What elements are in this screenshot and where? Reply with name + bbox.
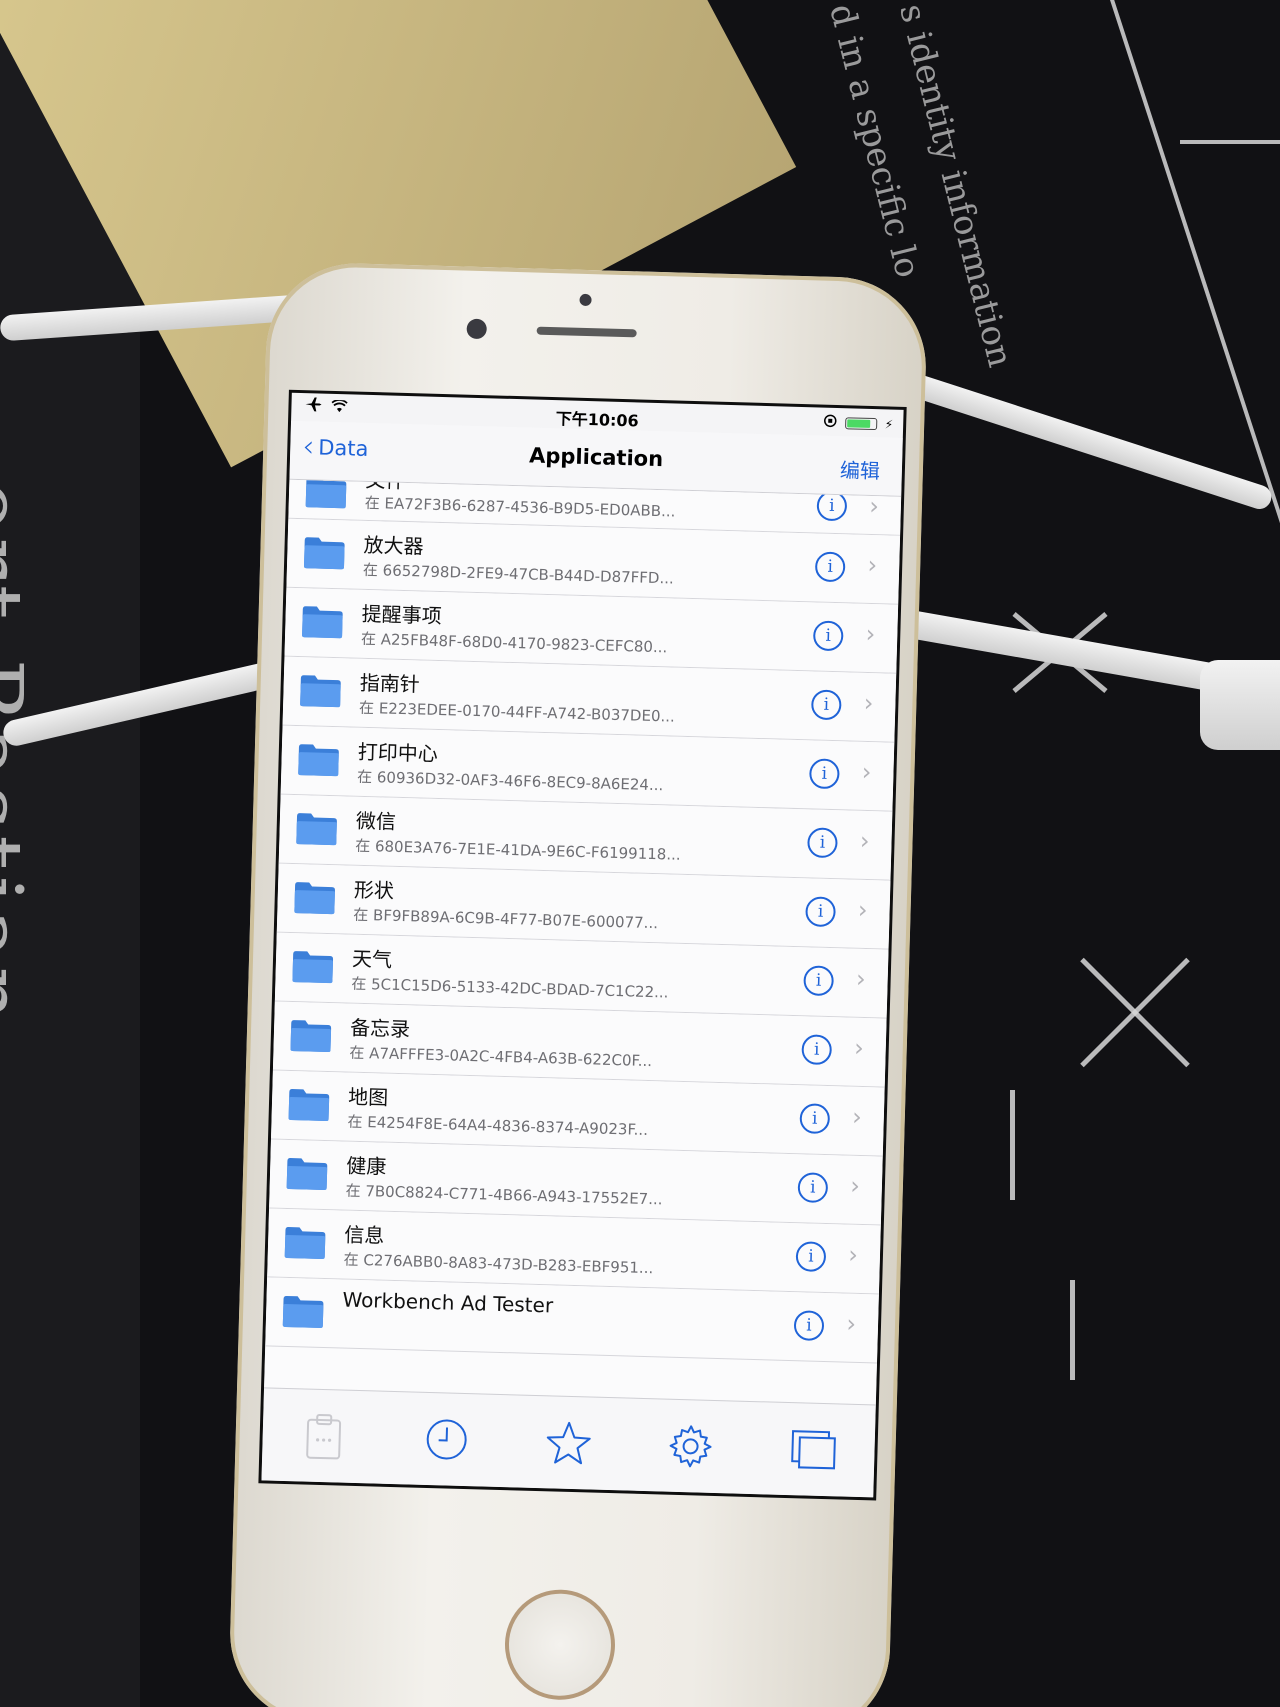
folder-icon	[300, 675, 341, 708]
list-item-title: 指南针	[359, 670, 421, 697]
list-item-title: 形状	[353, 877, 395, 903]
info-icon[interactable]: i	[807, 827, 838, 859]
folder-icon	[286, 1158, 328, 1190]
mat-decoration	[1070, 1280, 1075, 1380]
list-item-subtitle: 在 BF9FB89A-6C9B-4F77-B07E-600077...	[353, 905, 659, 933]
chevron-right-icon: ›	[863, 688, 874, 718]
list-item-title: 信息	[344, 1222, 385, 1248]
battery-icon	[844, 417, 877, 431]
list-item-title: 天气	[351, 946, 393, 972]
info-icon[interactable]: i	[816, 490, 848, 522]
windows-icon	[790, 1430, 836, 1470]
info-icon[interactable]: i	[793, 1310, 825, 1341]
phone-screen: 下午10:06 ⚡ ‹ Data Application 编辑 文件 在 EA7…	[258, 389, 907, 1501]
chevron-right-icon: ›	[846, 1309, 857, 1338]
favorites-tab[interactable]	[538, 1412, 600, 1474]
info-icon[interactable]: i	[810, 689, 842, 721]
info-icon[interactable]: i	[814, 551, 846, 583]
list-item-subtitle: 在 60936D32-0AF3-46F6-8EC9-8A6E24...	[356, 767, 664, 795]
bottom-toolbar	[261, 1387, 876, 1498]
clock-icon	[426, 1419, 467, 1460]
earpiece-speaker	[536, 326, 637, 338]
clipboard-icon	[306, 1413, 342, 1460]
chevron-right-icon: ›	[867, 550, 878, 580]
chevron-right-icon: ›	[849, 1171, 861, 1200]
chevron-right-icon: ›	[859, 826, 870, 856]
list-item-subtitle: 在 A7AFFFE3-0A2C-4FB4-A63B-622C0F...	[349, 1043, 653, 1071]
page-title: Application	[528, 443, 664, 472]
list-item-subtitle: 在 E223EDEE-0170-44FF-A742-B037DE0...	[358, 698, 676, 726]
chevron-right-icon: ›	[857, 895, 869, 925]
proximity-sensor	[579, 293, 592, 307]
application-list[interactable]: 文件在 EA72F3B6-6287-4536-B9D5-ED0ABB... i › 放…	[264, 479, 902, 1405]
mat-decoration	[1010, 1090, 1015, 1200]
chevron-right-icon: ›	[868, 491, 880, 521]
info-icon[interactable]: i	[803, 965, 835, 997]
folder-icon	[292, 951, 334, 984]
info-icon[interactable]: i	[801, 1034, 833, 1066]
chevron-right-icon: ›	[851, 1102, 863, 1131]
info-icon[interactable]: i	[797, 1172, 829, 1204]
info-icon[interactable]: i	[799, 1103, 831, 1135]
list-item-title: 提醒事项	[361, 601, 443, 629]
edit-button[interactable]: 编辑	[840, 454, 881, 484]
list-item-title: 微信	[355, 808, 397, 834]
chevron-right-icon: ›	[847, 1240, 859, 1269]
folder-icon	[290, 1020, 332, 1053]
list-item-subtitle: 在 A25FB48F-68D0-4170-9823-CEFC80...	[360, 629, 668, 657]
list-item-subtitle: 在 7B0C8824-C771-4B66-A943-17552E7...	[345, 1181, 663, 1209]
list-item-subtitle: 在 E4254F8E-64A4-4836-8374-A9023F...	[347, 1112, 649, 1140]
info-icon[interactable]: i	[805, 896, 836, 928]
folder-icon	[284, 1227, 326, 1259]
folder-icon	[294, 882, 335, 915]
list-item-title: 健康	[345, 1153, 387, 1179]
history-tab[interactable]	[415, 1409, 477, 1471]
orientation-lock-icon	[823, 414, 837, 432]
clipboard-tab[interactable]	[293, 1405, 355, 1467]
photo-scene: ort Bastian s identity information d in …	[0, 0, 1280, 1707]
info-icon[interactable]: i	[812, 620, 844, 652]
list-item-title: 地图	[347, 1084, 389, 1110]
home-button[interactable]	[503, 1588, 617, 1702]
folder-icon	[282, 1295, 324, 1328]
charging-bolt-icon: ⚡	[884, 417, 894, 432]
folder-icon	[296, 813, 337, 846]
chevron-right-icon: ›	[853, 1033, 865, 1062]
list-item-subtitle: 在 680E3A76-7E1E-41DA-9E6C-F6199118...	[354, 836, 681, 864]
mat-print-left: ort Bastian	[0, 480, 40, 1029]
folder-icon	[302, 606, 343, 639]
windows-tab[interactable]	[782, 1419, 844, 1481]
list-item-subtitle: 在 C276ABB0-8A83-473D-B283-EBF951...	[343, 1250, 654, 1278]
info-icon[interactable]: i	[795, 1241, 827, 1273]
list-item-subtitle: 在 5C1C15D6-5133-42DC-BDAD-7C1C22...	[351, 974, 669, 1002]
chevron-right-icon: ›	[855, 964, 867, 994]
star-icon	[546, 1421, 591, 1465]
gear-icon	[669, 1425, 712, 1468]
folder-icon	[288, 1089, 330, 1122]
list-item-subtitle: 在 EA72F3B6-6287-4536-B9D5-ED0ABB...	[364, 493, 676, 521]
chevron-right-icon: ›	[861, 757, 872, 787]
settings-tab[interactable]	[660, 1416, 722, 1478]
chevron-right-icon: ›	[865, 619, 876, 649]
status-right: ⚡	[823, 414, 894, 434]
list-item-title: Workbench Ad Tester	[342, 1287, 554, 1318]
list-item-title: 打印中心	[357, 739, 439, 766]
front-camera	[466, 318, 487, 340]
list-item-title: 备忘录	[349, 1015, 411, 1042]
battery-fill	[846, 419, 870, 428]
folder-icon	[298, 744, 339, 777]
info-icon[interactable]: i	[808, 758, 840, 790]
mat-decoration	[1180, 140, 1280, 144]
iphone-device: 下午10:06 ⚡ ‹ Data Application 编辑 文件 在 EA7…	[227, 261, 929, 1707]
folder-icon	[304, 537, 345, 570]
folder-icon	[305, 479, 347, 509]
list-item-title: 放大器	[363, 532, 424, 559]
list-item-subtitle: 在 6652798D-2FE9-47CB-B44D-D87FFD...	[362, 560, 675, 588]
lightning-connector	[1200, 660, 1280, 750]
